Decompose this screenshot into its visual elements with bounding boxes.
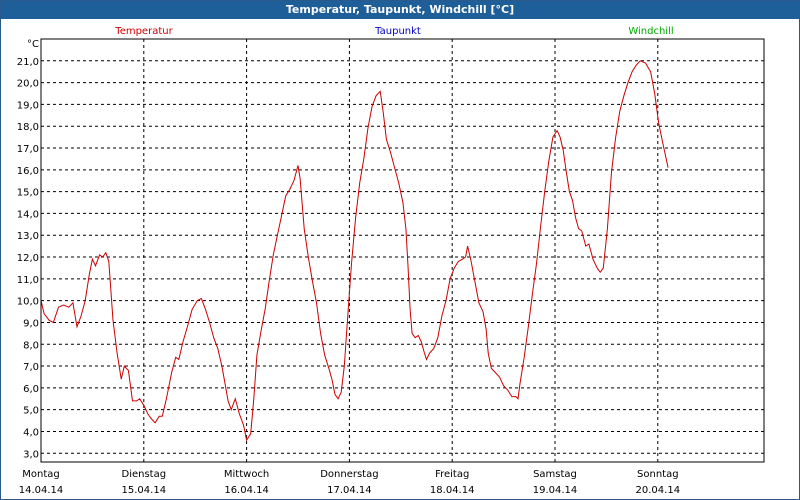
x-tick-day: Samstag — [533, 469, 577, 480]
x-tick-day: Mittwoch — [224, 469, 269, 480]
y-tick-label: 21,0 — [17, 57, 39, 68]
y-tick-label: 9,0 — [23, 318, 39, 329]
window-title: Temperatur, Taupunkt, Windchill [°C] — [1, 1, 799, 19]
legend-entry: Windchill — [628, 26, 673, 37]
series-lines — [40, 60, 669, 442]
x-tick-day: Donnerstag — [320, 469, 378, 480]
x-tick-day: Freitag — [435, 469, 469, 480]
x-tick-date: 17.04.14 — [327, 485, 372, 496]
x-tick-date: 14.04.14 — [19, 485, 64, 496]
y-tick-label: 16,0 — [17, 166, 39, 177]
x-tick-day: Montag — [22, 469, 59, 480]
x-tick-date: 16.04.14 — [224, 485, 269, 496]
x-tick-day: Dienstag — [122, 469, 167, 480]
y-tick-label: 3,0 — [23, 449, 39, 460]
y-axis-label: °C — [27, 39, 39, 50]
x-tick-date: 20.04.14 — [636, 485, 681, 496]
y-tick-label: 11,0 — [17, 275, 39, 286]
y-tick-label: 6,0 — [23, 384, 39, 395]
y-axis: °C 21,0 20,0 19,0 18,0 17,0 16,0 15,0 14,0 13,0 12… — [17, 39, 39, 460]
series-line-temperatur — [40, 60, 669, 442]
y-tick-label: 12,0 — [17, 253, 39, 264]
legend: Temperatur Taupunkt Windchill — [114, 26, 673, 37]
y-tick-label: 4,0 — [23, 427, 39, 438]
y-tick-label: 10,0 — [17, 297, 39, 308]
temperature-chart: °C 21,0 20,0 19,0 18,0 17,0 16,0 15,0 14,0 13,0 12… — [17, 26, 765, 496]
x-tick-day: Sonntag — [637, 469, 679, 480]
y-tick-label: 20,0 — [17, 79, 39, 90]
y-tick-label: 7,0 — [23, 362, 39, 373]
y-tick-label: 13,0 — [17, 231, 39, 242]
legend-entry: Temperatur — [114, 26, 173, 37]
x-tick-date: 19.04.14 — [533, 485, 578, 496]
x-tick-date: 18.04.14 — [430, 485, 475, 496]
y-tick-label: 18,0 — [17, 122, 39, 133]
y-tick-label: 19,0 — [17, 100, 39, 111]
y-tick-label: 8,0 — [23, 340, 39, 351]
y-tick-label: 17,0 — [17, 144, 39, 155]
y-tick-label: 15,0 — [17, 188, 39, 199]
legend-entry: Taupunkt — [374, 26, 421, 37]
y-tick-label: 5,0 — [23, 406, 39, 417]
y-tick-label: 14,0 — [17, 209, 39, 220]
x-axis: Montag 14.04.14 Dienstag 15.04.14 Mittwoch 16… — [19, 469, 680, 496]
chart-window: Temperatur, Taupunkt, Windchill [°C] °C 2… — [0, 0, 800, 500]
x-tick-date: 15.04.14 — [122, 485, 167, 496]
